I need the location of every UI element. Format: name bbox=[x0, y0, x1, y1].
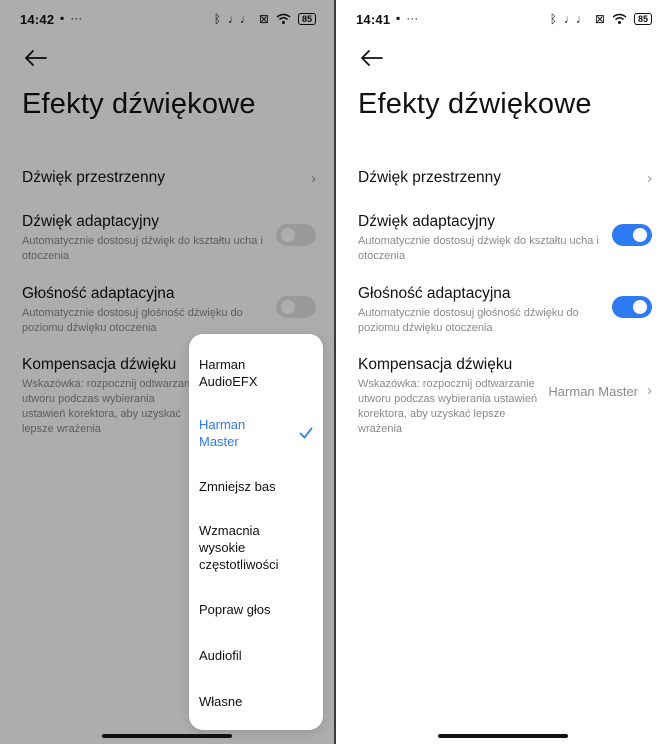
notification-icon: ▪ bbox=[396, 11, 401, 25]
menu-item-harman-audioefx[interactable]: Harman AudioEFX bbox=[199, 356, 289, 390]
row-description: Automatycznie dostosuj dźwięk do kształt… bbox=[358, 235, 599, 262]
row-description: Automatycznie dostosuj głośność dźwięku … bbox=[358, 307, 579, 334]
status-bar: 14:41 ▪ ··· ᛒ ♩♩ ⊠ 85 bbox=[356, 10, 652, 30]
screen-left: 14:42 ▪ ··· ᛒ ♩♩ ⊠ 85 Efekty dźwiękowe D… bbox=[0, 0, 334, 744]
chevron-right-icon: › bbox=[647, 170, 652, 187]
row-title: Głośność adaptacyjna bbox=[358, 285, 511, 302]
row-sound-compensation[interactable]: Kompensacja dźwięku Wskazówka: rozpoczni… bbox=[358, 355, 652, 437]
row-description: Wskazówka: rozpocznij odtwarzanie utworu… bbox=[358, 378, 538, 435]
home-indicator[interactable] bbox=[438, 734, 568, 738]
adaptive-sound-toggle[interactable] bbox=[612, 224, 652, 246]
chevron-right-icon: › bbox=[647, 382, 652, 399]
row-adaptive-volume: Głośność adaptacyjna Automatycznie dosto… bbox=[358, 284, 652, 336]
menu-item-custom[interactable]: Własne bbox=[199, 693, 313, 710]
screen-right: 14:41 ▪ ··· ᛒ ♩♩ ⊠ 85 Efekty dźwiękowe D… bbox=[336, 0, 670, 744]
adaptive-volume-toggle[interactable] bbox=[612, 296, 652, 318]
menu-item-reduce-bass[interactable]: Zmniejsz bas bbox=[199, 478, 313, 495]
more-notifications-icon: ··· bbox=[406, 11, 419, 25]
row-adaptive-sound: Dźwięk adaptacyjny Automatycznie dostosu… bbox=[358, 212, 652, 264]
row-title: Kompensacja dźwięku bbox=[358, 356, 513, 373]
earbuds-icon: ♩♩ bbox=[563, 12, 588, 26]
home-indicator[interactable] bbox=[102, 734, 232, 738]
equalizer-menu: Harman AudioEFX Harman Master Zmniejsz b… bbox=[189, 334, 323, 730]
page-title: Efekty dźwiękowe bbox=[358, 88, 592, 120]
check-icon bbox=[299, 427, 313, 439]
row-spatial-sound[interactable]: Dźwięk przestrzenny › bbox=[358, 168, 652, 188]
wifi-icon bbox=[612, 13, 627, 24]
status-time: 14:41 bbox=[356, 12, 391, 27]
menu-item-audiophile[interactable]: Audiofil bbox=[199, 647, 313, 664]
menu-item-harman-master[interactable]: Harman Master bbox=[199, 416, 313, 450]
menu-item-boost-treble[interactable]: Wzmacnia wysokie częstotliwości bbox=[199, 522, 299, 573]
compensation-value: Harman Master bbox=[548, 384, 638, 399]
menu-item-improve-voice[interactable]: Popraw głos bbox=[199, 601, 313, 618]
sim-off-icon: ⊠ bbox=[594, 12, 605, 26]
menu-item-label: Harman Master bbox=[199, 417, 246, 449]
row-title: Dźwięk adaptacyjny bbox=[358, 213, 495, 230]
battery-icon: 85 bbox=[633, 13, 652, 25]
arrow-left-icon[interactable] bbox=[358, 46, 384, 70]
row-title: Dźwięk przestrzenny bbox=[358, 169, 501, 186]
bluetooth-icon: ᛒ bbox=[549, 12, 557, 26]
